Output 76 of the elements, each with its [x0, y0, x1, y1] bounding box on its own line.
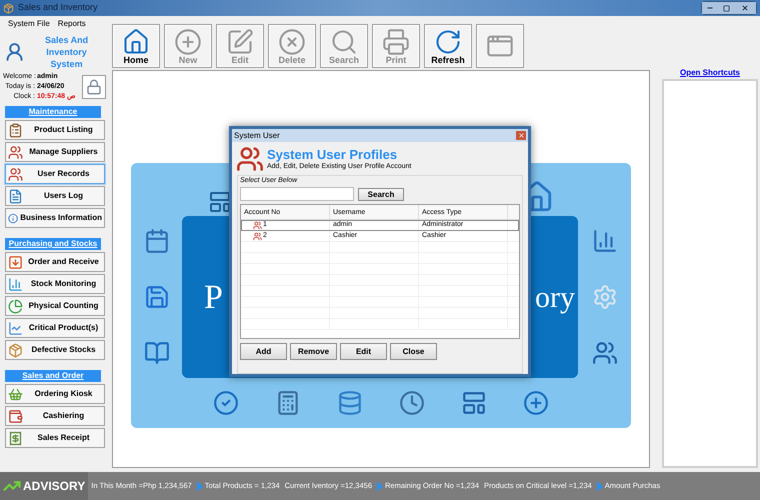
minimize-button[interactable] — [702, 2, 718, 14]
clock-icon — [399, 390, 425, 416]
sidebar-item[interactable]: Critical Product(s) — [5, 318, 105, 338]
bar-chart-icon — [8, 276, 23, 292]
calendar-icon — [144, 228, 170, 254]
maximize-icon — [722, 4, 730, 12]
app-icon — [3, 2, 14, 14]
dialog-heading: System User Profiles — [267, 148, 398, 162]
close-button[interactable] — [734, 2, 756, 14]
toolbar-button[interactable]: Refresh — [424, 24, 472, 68]
app-name: Sales And Inventory System — [44, 34, 90, 70]
section-header: Maintenance — [5, 106, 101, 118]
sidebar-item[interactable]: Manage Suppliers — [5, 142, 105, 162]
sidebar-item[interactable]: User Records — [5, 164, 105, 184]
sidebar-item[interactable]: Order and Receive — [5, 252, 105, 272]
receipt-icon — [8, 430, 23, 446]
database-icon — [337, 390, 363, 416]
gear-icon — [592, 284, 618, 310]
dialog-button[interactable]: Close — [390, 343, 437, 360]
sidebar-item[interactable]: Defective Stocks — [5, 340, 105, 360]
search-button[interactable]: Search — [358, 188, 404, 200]
section-header: Sales and Order — [5, 370, 101, 382]
menu-item[interactable]: Reports — [58, 19, 86, 30]
users-icon — [253, 220, 262, 230]
lock-button[interactable] — [82, 75, 106, 99]
sidebar-item[interactable]: Sales Receipt — [5, 428, 105, 448]
edit-icon — [226, 28, 254, 56]
download-icon — [8, 254, 23, 270]
sidebar-item[interactable]: Ordering Kiosk — [5, 384, 105, 404]
open-shortcuts-link[interactable]: Open Shortcuts — [680, 68, 740, 78]
close-icon — [518, 132, 524, 139]
book-icon — [144, 340, 170, 366]
sidebar-item[interactable]: Physical Counting — [5, 296, 105, 316]
pie-chart-icon — [8, 298, 23, 314]
users-icon — [8, 166, 23, 182]
banner-text: ory — [535, 280, 575, 316]
save-icon — [144, 284, 170, 310]
sidebar-item[interactable]: Business Information — [5, 208, 105, 228]
plus-icon — [174, 28, 202, 56]
home-icon — [122, 28, 150, 56]
users-icon — [8, 144, 23, 160]
users-icon — [253, 232, 262, 240]
dialog-button[interactable]: Edit — [340, 343, 387, 360]
toolbar-button[interactable]: Home — [112, 24, 160, 68]
sidebar-item[interactable]: Cashiering — [5, 406, 105, 426]
users-icon — [592, 340, 618, 366]
search-field[interactable] — [240, 187, 354, 201]
padlock-icon — [86, 79, 102, 95]
search-icon — [330, 28, 358, 56]
user-avatar-icon — [4, 41, 26, 63]
printer-icon — [382, 28, 410, 56]
wallet-icon — [8, 408, 23, 424]
line-chart-icon — [8, 320, 23, 336]
sidebar-item[interactable]: Stock Monitoring — [5, 274, 105, 294]
delete-icon — [278, 28, 306, 56]
box-icon — [8, 342, 23, 358]
menu-item[interactable]: System File — [8, 19, 50, 30]
users-icon — [236, 145, 264, 173]
section-header: Purchasing and Stocks — [5, 238, 101, 250]
bar-chart-icon — [592, 228, 618, 254]
close-button[interactable] — [516, 131, 526, 140]
refresh-icon — [434, 28, 462, 56]
layout-icon — [461, 390, 487, 416]
dialog-button[interactable]: Remove — [290, 343, 337, 360]
plus-icon — [523, 390, 549, 416]
sidebar-item[interactable]: Product Listing — [5, 120, 105, 140]
basket-icon — [8, 386, 23, 402]
close-icon — [741, 4, 749, 12]
window-title: Sales and Inventory — [18, 1, 98, 14]
clipboard-icon — [8, 122, 23, 138]
check-icon — [213, 390, 239, 416]
dialog-title: System User — [234, 130, 280, 142]
sidebar-item[interactable]: Users Log — [5, 186, 105, 206]
advisory-label: ADVISORY — [23, 478, 86, 495]
dialog-button[interactable]: Add — [240, 343, 287, 360]
banner-text: P — [204, 278, 223, 318]
